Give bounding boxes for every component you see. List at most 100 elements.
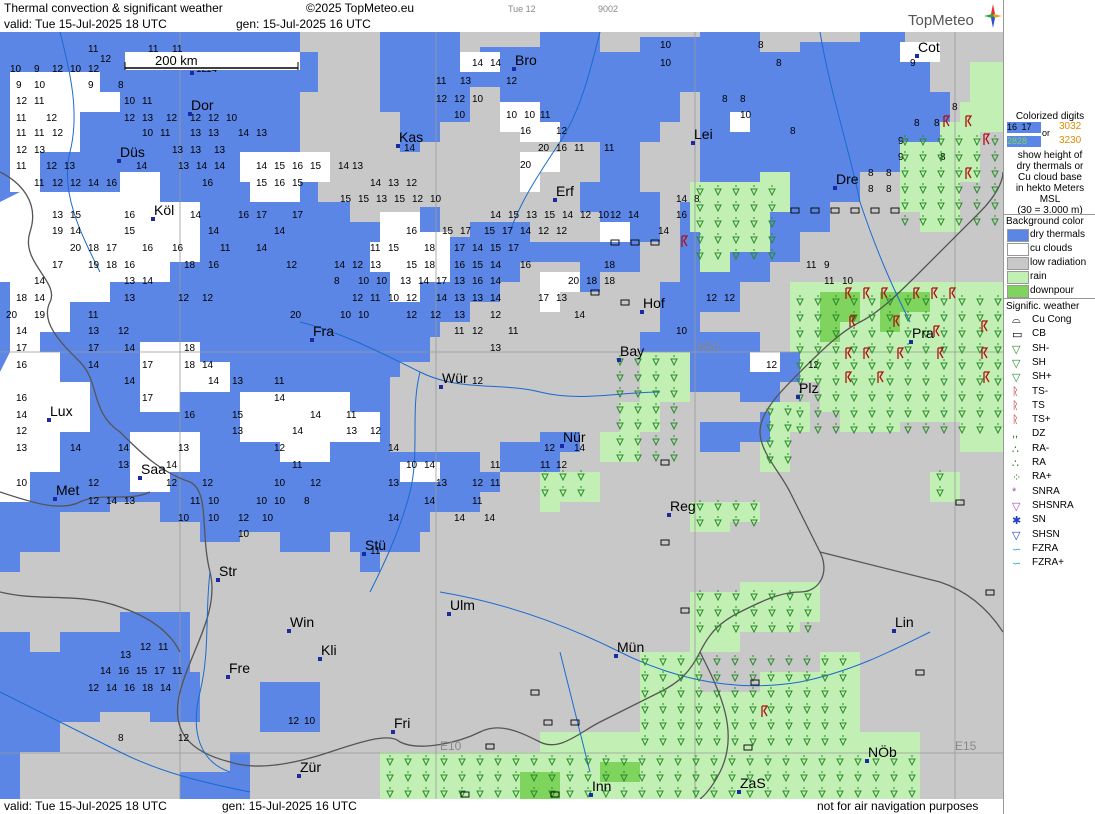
thermal-digit: 12	[706, 293, 718, 304]
sleet-shower-icon: ▽	[1012, 500, 1021, 513]
thermal-digit: 11	[34, 96, 45, 107]
thermal-digit: 14	[100, 666, 112, 677]
thermal-digit: 16	[454, 260, 466, 271]
thermal-digit: 11	[508, 326, 519, 337]
thermal-digit: 11	[158, 642, 169, 653]
thermal-digit: 13	[454, 310, 466, 321]
city-label[interactable]: Mün	[617, 639, 644, 655]
city-label[interactable]: Pra	[912, 325, 934, 341]
city-label[interactable]: Kas	[399, 129, 423, 145]
city-label[interactable]: Wür	[442, 370, 468, 386]
thermal-digit: 13	[472, 293, 484, 304]
city-label[interactable]: Win	[290, 614, 314, 630]
city-label[interactable]: Inn	[592, 778, 611, 794]
thunderstorm-heavy-icon: ᚱ	[1012, 414, 1019, 427]
thermal-digit: 9	[16, 80, 22, 91]
city-label[interactable]: Reg	[670, 498, 696, 514]
city-label[interactable]: Ulm	[450, 597, 475, 613]
thermal-digit: 14	[370, 178, 382, 189]
city-label[interactable]: Stü	[365, 537, 386, 553]
thermal-digit: 13	[178, 161, 190, 172]
city-label[interactable]: Dre	[836, 171, 859, 187]
thermal-digit: 13	[124, 496, 136, 507]
city-label[interactable]: Lei	[694, 126, 713, 142]
city-label[interactable]: Cot	[918, 39, 940, 55]
city-label[interactable]: Str	[219, 563, 237, 579]
thermal-digit: 14	[70, 443, 82, 454]
city-label[interactable]: Fre	[229, 660, 250, 676]
city-label[interactable]: Lux	[50, 403, 73, 419]
thermal-digit: 8	[118, 733, 124, 744]
city-label[interactable]: Düs	[120, 144, 145, 160]
grid-label-e15: E15	[955, 739, 977, 753]
thermal-digit: 13	[34, 145, 46, 156]
thermal-digit: 10	[238, 529, 250, 540]
city-label[interactable]: Fri	[394, 715, 410, 731]
thermal-digit: 9	[34, 64, 40, 75]
topmeteo-logo[interactable]: TopMeteo	[908, 12, 974, 29]
thermal-digit: 10	[274, 496, 286, 507]
thermal-digit: 8	[952, 102, 958, 113]
thermal-digit: 13	[172, 145, 184, 156]
city-label[interactable]: Bay	[620, 343, 644, 359]
thermal-digit: 13	[120, 650, 132, 661]
thermal-digit: 12	[16, 96, 28, 107]
legend-or: or	[1042, 128, 1051, 138]
thermal-digit: 11	[142, 96, 153, 107]
thermal-digit: 13	[208, 128, 220, 139]
thermal-digit: 11	[220, 243, 231, 254]
thermal-digit: 12	[506, 76, 518, 87]
city-label[interactable]: Saa	[141, 461, 166, 477]
thermal-digit: 16	[292, 161, 304, 172]
city-label[interactable]: Zür	[300, 759, 321, 775]
thermal-digit: 14	[106, 496, 118, 507]
city-label[interactable]: Nür	[563, 429, 586, 445]
thermal-digit: 14	[520, 226, 532, 237]
city-label[interactable]: Bro	[515, 52, 537, 68]
shower-icon: ▽	[1012, 357, 1021, 370]
thermal-digit: 14	[256, 243, 268, 254]
thermal-digit: 12	[88, 478, 100, 489]
city-label[interactable]: Köl	[154, 202, 174, 218]
city-label[interactable]: Hof	[643, 295, 665, 311]
city-label[interactable]: ZaS	[740, 775, 766, 791]
thermal-digit: 14	[334, 260, 346, 271]
weather-map[interactable]: 1112111110912101212149109812111011111212…	[0, 32, 1003, 799]
thermal-digit: 14	[118, 443, 130, 454]
thermal-digit: 16	[124, 260, 136, 271]
thermal-digit: 10	[388, 293, 400, 304]
thermal-digit: 17	[154, 666, 166, 677]
thermal-digit: 12	[16, 145, 28, 156]
thermal-digit: 11	[346, 410, 357, 421]
thermal-digit: 12	[472, 376, 484, 387]
legend-wx-label: SH-	[1032, 342, 1050, 354]
thermal-digit: 12	[140, 642, 152, 653]
thermal-digit: 12	[178, 733, 190, 744]
cu-cong-icon: ⌓	[1012, 314, 1021, 326]
thermal-digit: 12	[580, 210, 592, 221]
city-label[interactable]: Kli	[321, 642, 337, 658]
city-label[interactable]: Met	[56, 482, 79, 498]
city-label[interactable]: Fra	[313, 323, 334, 339]
thermal-digit: 14	[34, 293, 46, 304]
city-label[interactable]: Plz	[799, 380, 818, 396]
thermal-digit: 15	[358, 194, 370, 205]
city-label[interactable]: Lin	[895, 614, 914, 630]
legend-wx-label: SH	[1032, 356, 1046, 368]
thermal-digit: 16	[118, 666, 130, 677]
city-label[interactable]: Erf	[556, 183, 574, 199]
city-label[interactable]: NÖb	[868, 743, 897, 760]
sample-digit-1: 16	[1007, 122, 1018, 132]
thermal-digit: 11	[16, 113, 27, 124]
thermal-digit: 14	[490, 210, 502, 221]
thermal-digit: 13	[526, 210, 538, 221]
thermal-digit: 10	[506, 110, 518, 121]
legend-wx-label: RA+	[1032, 471, 1052, 483]
thermal-digit: 15	[340, 194, 352, 205]
thermal-digit: 8	[694, 194, 700, 205]
thermal-digit: 14	[214, 161, 226, 172]
city-label[interactable]: Dor	[191, 97, 214, 113]
thermal-digit: 11	[88, 44, 99, 55]
thermal-digit: 14	[160, 683, 172, 694]
thermal-digit: 8	[886, 184, 892, 195]
